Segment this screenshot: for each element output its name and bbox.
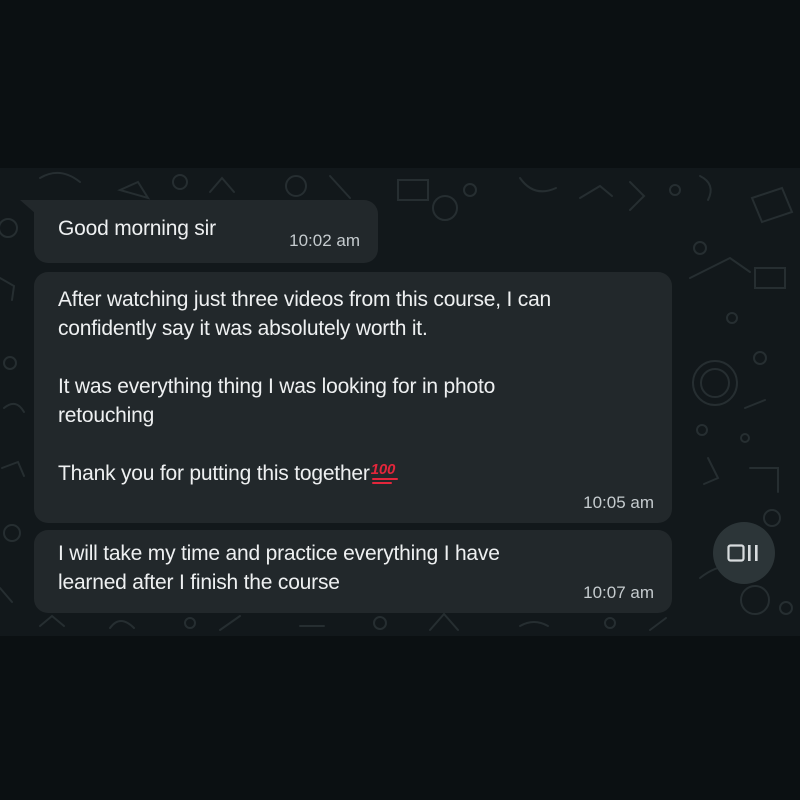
message-bubble[interactable]: I will take my time and practice everyth… — [34, 530, 672, 613]
message-timestamp: 10:02 am — [289, 231, 360, 250]
message-bubble[interactable]: After watching just three videos from th… — [34, 272, 672, 523]
hundred-points-emoji-icon: 100 — [371, 462, 398, 484]
message-bubble[interactable]: Good morning sir 10:02 am — [34, 200, 378, 263]
media-toggle-button[interactable] — [713, 522, 775, 584]
screenshot-frame: Good morning sir 10:02 am After watching… — [0, 0, 800, 800]
message-timestamp: 10:05 am — [583, 493, 654, 512]
message-timestamp: 10:07 am — [583, 583, 654, 602]
message-text-content: After watching just three videos from th… — [58, 288, 552, 485]
message-text: I will take my time and practice everyth… — [58, 542, 500, 594]
message-text: After watching just three videos from th… — [58, 285, 648, 488]
media-toggle-icon — [727, 544, 758, 562]
